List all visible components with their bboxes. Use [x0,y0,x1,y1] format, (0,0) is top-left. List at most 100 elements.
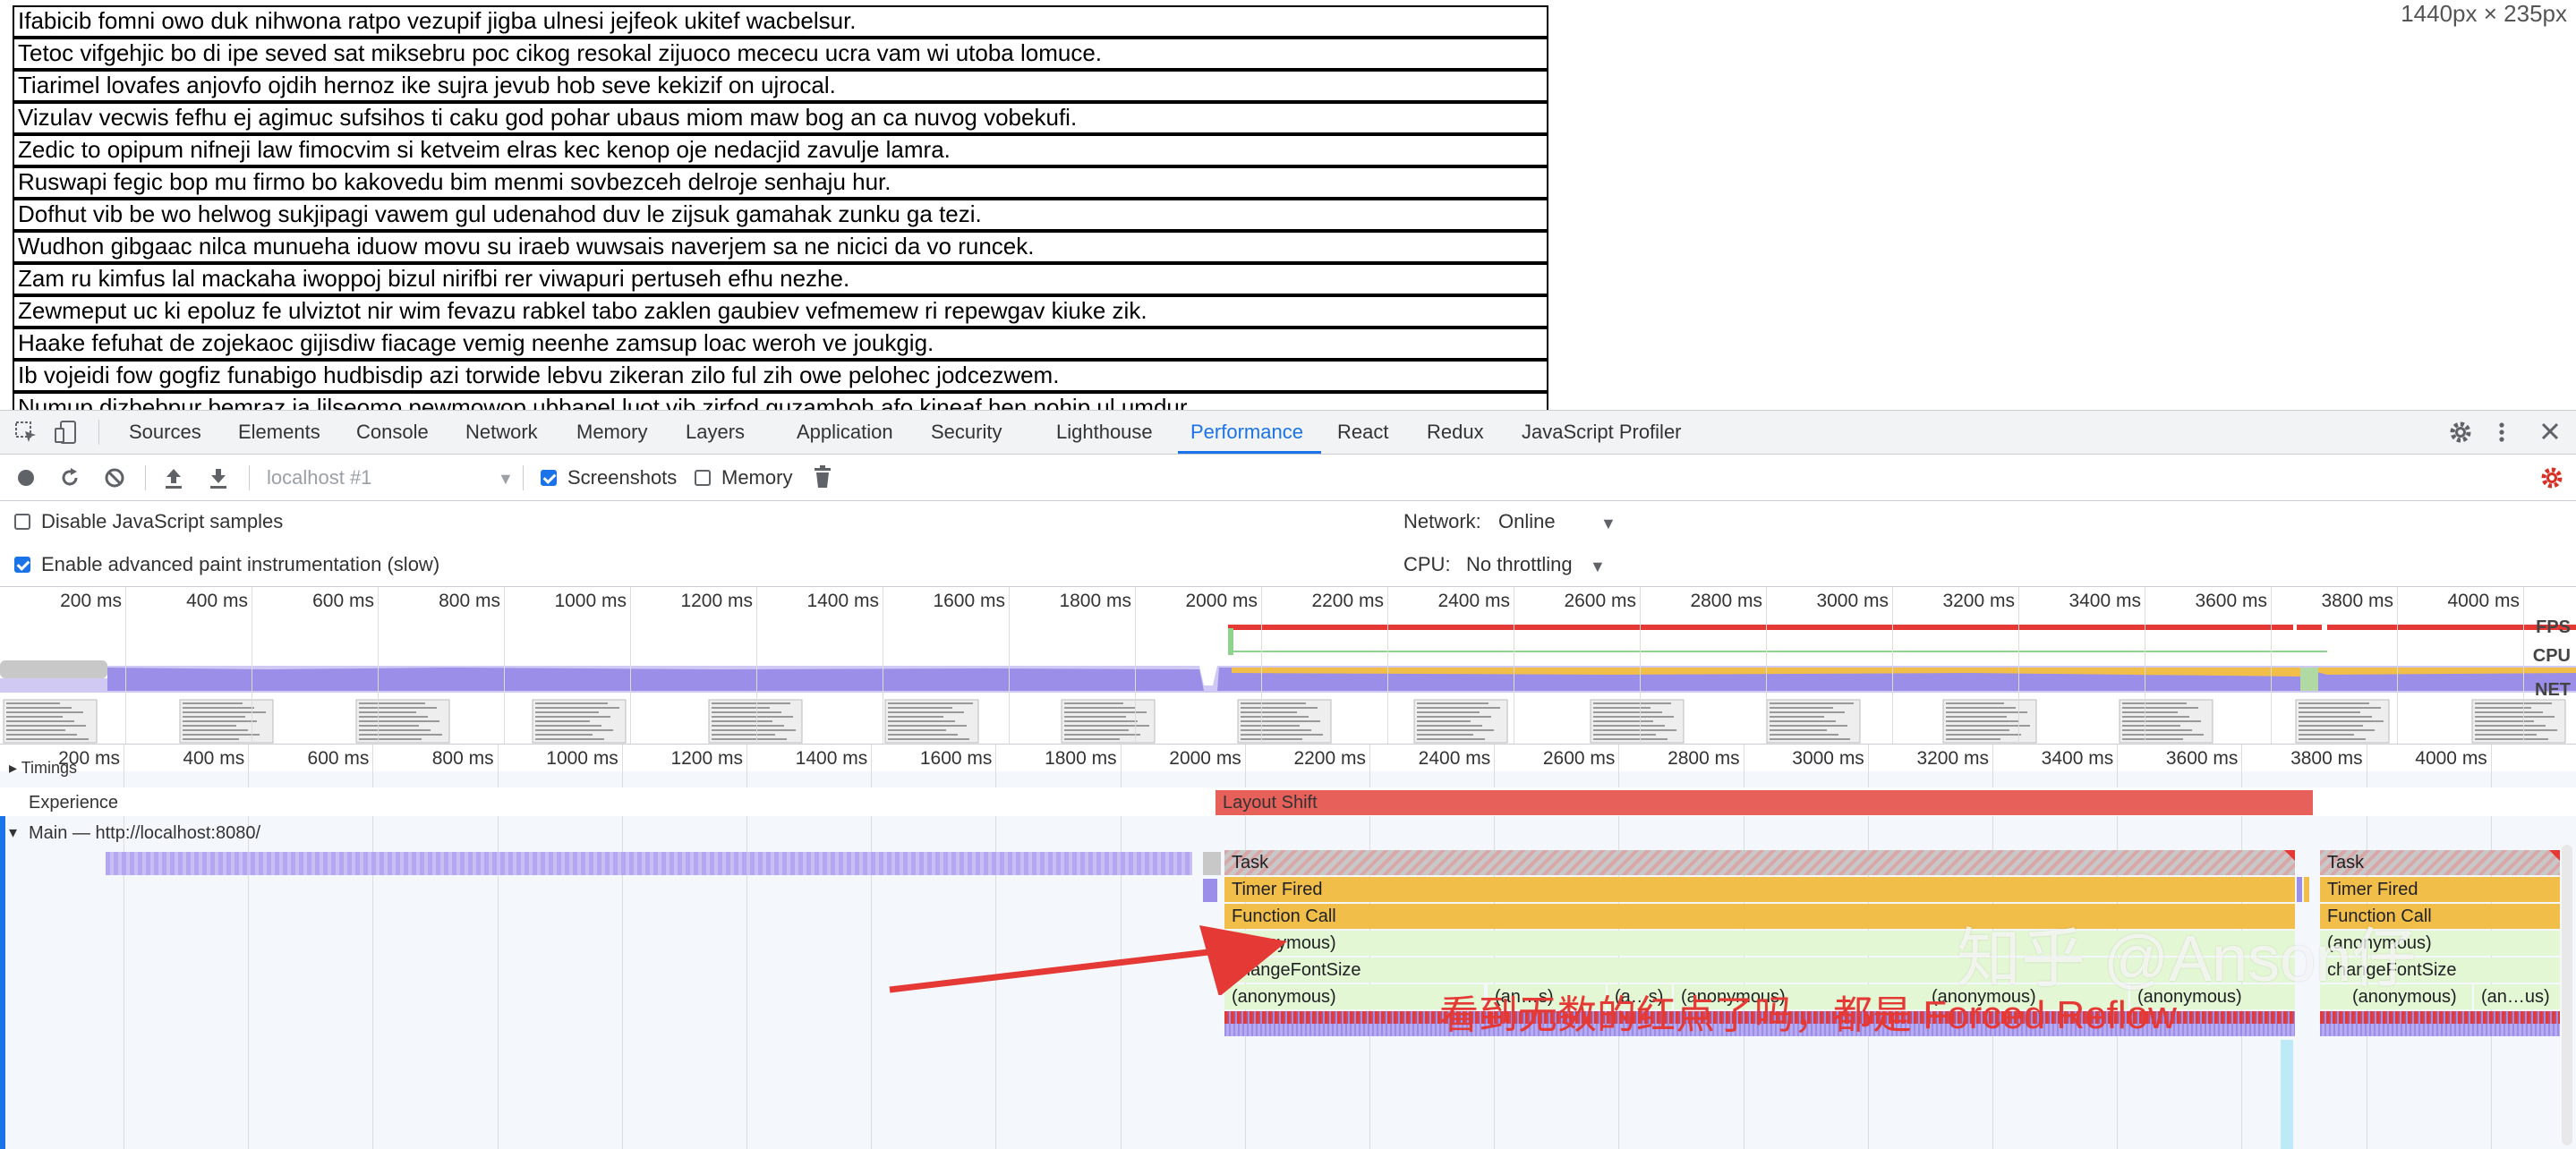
layout-strip[interactable] [2320,1024,2560,1036]
chevron-down-icon[interactable]: ▼ [1600,512,1616,535]
tick-label: 3200 ms [1916,748,1989,769]
tick-label: 1400 ms [806,591,879,611]
grid-line [630,587,631,744]
tab-elements[interactable]: Elements [238,411,320,454]
chevron-down-icon[interactable]: ▼ [498,467,514,490]
screenshot-thumbnail [1590,699,1685,744]
tab-lighthouse[interactable]: Lighthouse [1056,411,1153,454]
task-bar[interactable]: Task [1224,850,2295,875]
list-item: Ifabicib fomni owo duk nihwona ratpo vez… [13,5,1548,38]
cpu-idle [0,660,107,678]
capture-settings: Disable JavaScript samples Enable advanc… [0,501,2576,587]
capture-settings-icon[interactable] [2540,466,2563,493]
tick-label: 800 ms [431,748,494,769]
trash-icon[interactable] [813,465,832,492]
tab-network[interactable]: Network [465,411,538,454]
tick-label: 2000 ms [1185,591,1258,611]
tick-label: 1600 ms [919,748,993,769]
grid-line [1766,587,1767,744]
download-icon[interactable] [208,466,229,493]
early-task-strip[interactable] [106,852,1192,875]
upload-icon[interactable] [163,466,184,493]
disable-js-samples-checkbox[interactable] [14,514,30,530]
screenshots-checkbox[interactable] [541,470,557,486]
fps-green-mark [1228,628,1233,655]
timer-fired-bar[interactable]: Timer Fired [1224,877,2295,902]
memory-label: Memory [721,466,793,489]
chevron-down-icon[interactable]: ▼ [1590,555,1606,578]
timeline-overview[interactable]: 200 ms 400 ms 600 ms 800 ms 1000 ms 1200 ms 14… [0,587,2576,745]
screenshot-thumbnail [3,699,98,744]
profile-select[interactable]: localhost #1 [267,466,371,489]
tick-label: 3400 ms [2068,591,2141,611]
small-task[interactable] [2304,877,2309,902]
anonymous-bar[interactable]: (an…us) [2474,984,2560,1009]
tab-performance[interactable]: Performance [1190,411,1303,454]
small-task[interactable] [2297,877,2302,902]
flame-chart[interactable]: 200 ms 400 ms 600 ms 800 ms 1000 ms 1200 ms 14… [0,745,2576,1149]
more-options-icon[interactable] [2497,421,2506,447]
timer-fired-bar[interactable]: Timer Fired [2320,877,2560,902]
reload-icon[interactable] [59,467,81,492]
screenshot-thumbnail [884,699,979,744]
text-list: Ifabicib fomni owo duk nihwona ratpo vez… [13,5,1548,410]
grid-line [756,587,757,744]
divider [98,420,99,445]
tab-javascript-profiler[interactable]: JavaScript Profiler [1522,411,1682,454]
tab-security[interactable]: Security [931,411,1002,454]
tab-sources[interactable]: Sources [129,411,201,454]
long-task-marker [2284,850,2295,861]
grid-line [2018,587,2019,744]
tick-label: 1000 ms [554,591,627,611]
close-icon[interactable] [2540,421,2560,445]
flame-scrollbar[interactable] [2562,845,2572,1145]
list-item: Zewmeput uc ki epoluz fe ulviztot nir wi… [13,295,1548,328]
tab-redux[interactable]: Redux [1427,411,1484,454]
tick-label: 3600 ms [2165,748,2239,769]
cpu-select[interactable]: No throttling [1466,553,1573,576]
tab-memory[interactable]: Memory [576,411,647,454]
screenshot-thumbnail [2295,699,2390,744]
tick-label: 2200 ms [1293,748,1366,769]
advanced-paint-checkbox[interactable] [14,557,30,573]
active-tab-indicator [1178,451,1321,454]
tick-label: 1000 ms [546,748,618,769]
main-track-label: Main — http://localhost:8080/ [29,823,261,843]
divider [145,465,146,490]
forced-reflow-strip[interactable] [2320,1011,2560,1024]
tick-label: 1600 ms [933,591,1005,611]
hover-highlight [2281,1040,2293,1149]
grid-line [2271,587,2272,744]
long-task-marker [2549,850,2560,861]
main-track-toggle[interactable]: ▾ [9,823,17,842]
tick-label: 3000 ms [1816,591,1889,611]
inspect-element-icon[interactable] [14,421,38,447]
list-item: Vizulav vecwis fefhu ej agimuc sufsihos … [13,102,1548,134]
list-item: Tiarimel lovafes anjovfo ojdih hernoz ik… [13,70,1548,102]
tick-label: 1800 ms [1045,748,1117,769]
network-select[interactable]: Online [1498,510,1556,533]
grid-line [1009,587,1010,744]
task-bar[interactable]: Task [2320,850,2560,875]
tab-application[interactable]: Application [797,411,893,454]
grid-line [1892,587,1893,744]
tick-label: 1200 ms [670,748,743,769]
record-icon[interactable] [16,468,36,491]
timings-toggle[interactable]: ▸ Timings [9,759,77,778]
tab-layers[interactable]: Layers [686,411,745,454]
tick-label: 2400 ms [1418,748,1491,769]
experience-label: Experience [29,793,119,813]
gear-icon[interactable] [2449,421,2472,447]
tick-label: 200 ms [60,591,122,611]
device-toolbar-icon[interactable] [54,421,79,447]
overview-graph [0,625,2576,744]
memory-checkbox[interactable] [695,470,711,486]
layout-shift-bar[interactable]: Layout Shift [1215,790,2313,815]
tab-console[interactable]: Console [356,411,429,454]
list-item: Ruswapi fegic bop mu firmo bo kakovedu b… [13,166,1548,199]
screenshot-thumbnail [2471,699,2566,744]
grid-line [1640,587,1641,744]
tab-react[interactable]: React [1337,411,1388,454]
clear-icon[interactable] [104,467,125,492]
screenshot-thumbnail [355,699,450,744]
